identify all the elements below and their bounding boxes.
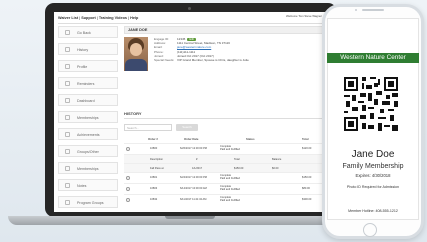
sidebar-item-reminders[interactable]: Reminders: [58, 77, 118, 89]
sidebar-item-groups[interactable]: Groups/Other: [58, 145, 118, 157]
sidebar-item-history[interactable]: History: [58, 43, 118, 55]
sidebar-item-dashboard[interactable]: Dashboard: [58, 94, 118, 106]
row-select-radio[interactable]: [126, 147, 130, 151]
divider: [58, 23, 324, 24]
nav-waiver-list[interactable]: Waiver List: [58, 16, 78, 20]
laptop-screen: Waiver List|Support|Training Videos|Help…: [54, 12, 328, 212]
achievement-icon: [65, 132, 70, 137]
notes-icon: [65, 183, 70, 188]
customer-photo: [124, 37, 148, 71]
table-row[interactable]: 10832 6/11/2017 11:41:34 AM Complete Pai…: [124, 194, 324, 206]
row-select-radio[interactable]: [126, 187, 130, 191]
phone-speaker: [362, 9, 384, 11]
photo-face: [130, 43, 142, 56]
history-title: HISTORY: [124, 111, 142, 116]
card-organization: Western Nature Center: [327, 53, 419, 63]
phone-home-button[interactable]: [363, 223, 377, 237]
nav-training-videos[interactable]: Training Videos: [99, 16, 127, 20]
laptop-camera: [188, 7, 191, 10]
history-table-header: Order # Order Date Status Total: [148, 137, 309, 141]
sidebar-item-achievements[interactable]: Achievements: [58, 128, 118, 140]
membership-expiration: Expires: 4/30/2018: [355, 173, 391, 178]
group-icon: [65, 149, 70, 154]
back-icon: [65, 30, 70, 35]
sidebar-item-go-back[interactable]: Go Back: [58, 26, 118, 38]
top-navigation: Waiver List|Support|Training Videos|Help: [58, 16, 139, 20]
membership-icon: [65, 115, 70, 120]
sidebar: Go Back History Profile Reminders Dashbo…: [58, 26, 118, 212]
membership-type: Family Membership: [342, 163, 404, 170]
photo-shirt: [125, 59, 147, 71]
laptop-notch: [165, 216, 215, 219]
dashboard-icon: [65, 98, 70, 103]
main-panel: JANE DOE Engage ID: 12345 Edit Address: 111…: [124, 26, 324, 212]
welcome-text: Welcome Tom Steve Wagner: [286, 14, 323, 18]
sidebar-item-notes[interactable]: Notes: [58, 179, 118, 191]
customer-info: Engage ID: 12345 Edit Address: 1111 Central…: [154, 37, 324, 62]
phone-camera: [355, 9, 357, 11]
sidebar-item-profile[interactable]: Profile: [58, 60, 118, 72]
member-hotline: Member Hotline: 408-555-1212: [348, 209, 398, 213]
nav-support[interactable]: Support: [81, 16, 96, 20]
photo-id-note: Photo ID Required for Admission: [346, 185, 400, 189]
customer-name-header: JANE DOE: [124, 26, 324, 34]
nav-help[interactable]: Help: [130, 16, 138, 20]
sidebar-item-memberships-2[interactable]: Memberships: [58, 162, 118, 174]
reminder-icon: [65, 81, 70, 86]
membership-icon: [65, 166, 70, 171]
row-select-radio[interactable]: [126, 198, 130, 202]
member-name: Jane Doe: [351, 149, 395, 160]
program-icon: [65, 200, 70, 205]
info-special-needs: Special Needs: VIP Grand Member, Spouse i…: [154, 57, 249, 62]
sidebar-item-memberships[interactable]: Memberships: [58, 111, 118, 123]
history-search-input[interactable]: Search...: [124, 124, 172, 131]
history-icon: [65, 47, 70, 52]
qr-code-icon: [342, 75, 400, 133]
profile-icon: [65, 64, 70, 69]
row-select-radio[interactable]: [126, 176, 130, 180]
sidebar-item-program-groups[interactable]: Program Groups: [58, 196, 118, 208]
history-search-button[interactable]: Search: [176, 124, 198, 131]
divider: [124, 118, 324, 119]
